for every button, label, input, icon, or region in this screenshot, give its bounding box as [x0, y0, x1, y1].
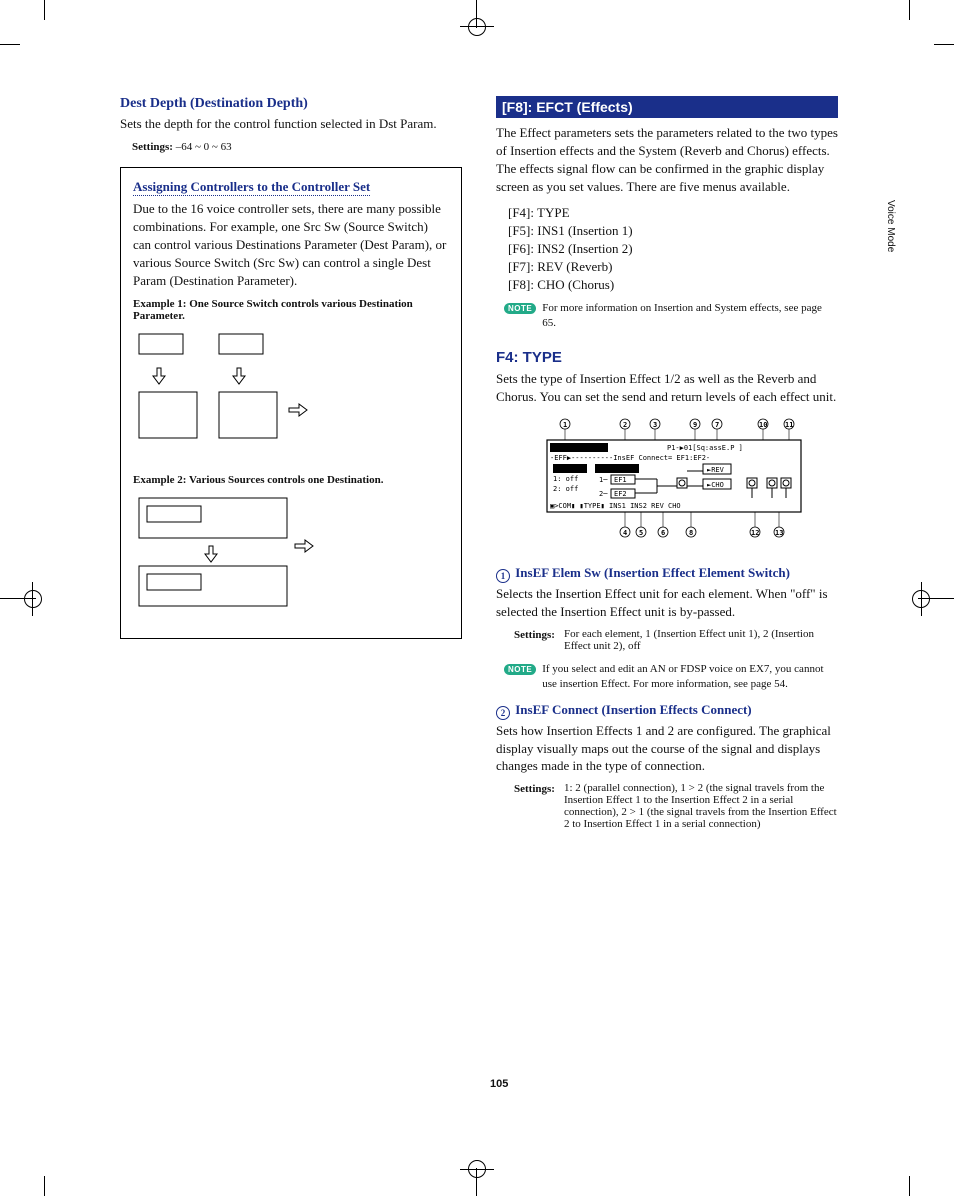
settings-value: For each element, 1 (Insertion Effect un…	[564, 628, 838, 652]
settings-insef-elem-sw: Settings: For each element, 1 (Insertion…	[514, 629, 838, 652]
crop-mark	[921, 582, 922, 616]
note-ex7: NOTE If you select and edit an AN or FDS…	[504, 662, 838, 692]
crop-mark	[460, 26, 494, 27]
crop-mark	[0, 44, 20, 45]
menu-item-f8: [F8]: CHO (Chorus)	[508, 276, 838, 294]
svg-text:EF2: EF2	[614, 490, 627, 498]
body-f4-type: Sets the type of Insertion Effect 1/2 as…	[496, 370, 838, 406]
crop-mark	[24, 590, 42, 608]
svg-text:8: 8	[689, 529, 693, 537]
body-insef-elem-sw: Selects the Insertion Effect unit for ea…	[496, 585, 838, 621]
param-title: InsEF Connect (Insertion Effects Connect…	[515, 702, 751, 717]
heading-insef-elem-sw: 1 InsEF Elem Sw (Insertion Effect Elemen…	[496, 565, 838, 583]
svg-text:P1-▶01[Sq:assE.P ]: P1-▶01[Sq:assE.P ]	[667, 444, 743, 452]
lcd-screen-figure: 1 2 3 9 7 10 11 VOICE E	[517, 416, 817, 551]
svg-text:1: 1	[563, 421, 567, 429]
svg-text:2─: 2─	[599, 490, 608, 498]
crop-mark	[44, 1176, 45, 1196]
crop-mark	[460, 1169, 494, 1170]
heading-f8-efct: [F8]: EFCT (Effects)	[496, 96, 838, 118]
heading-f4-type: F4: TYPE	[496, 349, 838, 366]
right-column: [F8]: EFCT (Effects) The Effect paramete…	[496, 96, 838, 830]
param-title: InsEF Elem Sw (Insertion Effect Element …	[515, 565, 790, 580]
note-badge-icon: NOTE	[504, 664, 536, 675]
settings-label: Settings:	[514, 783, 555, 795]
svg-text:InsEF: InsEF	[555, 465, 576, 473]
page-number: 105	[490, 1078, 508, 1090]
svg-text:12: 12	[751, 529, 759, 537]
settings-value: 1: 2 (parallel connection), 1 > 2 (the s…	[564, 782, 838, 830]
diagram-example-1	[133, 328, 333, 458]
svg-text:►CHO: ►CHO	[707, 481, 724, 489]
example-1-title: Example 1: One Source Switch controls va…	[133, 298, 449, 322]
svg-text:VOICE EDIT: VOICE EDIT	[553, 444, 596, 452]
svg-text:9: 9	[693, 421, 697, 429]
settings-label: Settings:	[132, 141, 173, 153]
svg-text:1─: 1─	[599, 476, 608, 484]
svg-text:1: off: 1: off	[553, 475, 578, 483]
svg-text:4: 4	[623, 529, 627, 537]
crop-mark	[32, 582, 33, 616]
callout-1-icon: 1	[496, 569, 510, 583]
svg-text:5: 5	[639, 529, 643, 537]
crop-mark	[909, 1176, 910, 1196]
body-assigning-controllers: Due to the 16 voice controller sets, the…	[133, 200, 449, 290]
menu-item-f7: [F7]: REV (Reverb)	[508, 258, 838, 276]
menu-list: [F4]: TYPE [F5]: INS1 (Insertion 1) [F6]…	[508, 204, 838, 294]
info-box-assigning-controllers: Assigning Controllers to the Controller …	[120, 167, 462, 639]
crop-mark	[44, 0, 45, 20]
svg-text:►REV: ►REV	[707, 466, 725, 474]
body-f8-efct: The Effect parameters sets the parameter…	[496, 124, 838, 196]
settings-label: Settings:	[514, 629, 555, 641]
menu-item-f6: [F6]: INS2 (Insertion 2)	[508, 240, 838, 258]
example-2-title: Example 2: Various Sources controls one …	[133, 474, 449, 486]
svg-text:13: 13	[775, 529, 783, 537]
side-tab-voice-mode: Voice Mode	[885, 200, 896, 252]
heading-dest-depth: Dest Depth (Destination Depth)	[120, 96, 462, 112]
left-column: Dest Depth (Destination Depth) Sets the …	[120, 96, 462, 830]
note-insertion-system: NOTE For more information on Insertion a…	[504, 301, 838, 331]
crop-mark	[468, 18, 486, 36]
body-insef-connect: Sets how Insertion Effects 1 and 2 are c…	[496, 722, 838, 776]
crop-mark	[934, 44, 954, 45]
svg-text:-EFF▶----------InsEF Connect=: -EFF▶----------InsEF Connect= EF1:EF2-	[550, 454, 710, 462]
settings-dest-depth: Settings: –64 ~ 0 ~ 63	[132, 141, 462, 153]
page-content: Dest Depth (Destination Depth) Sets the …	[120, 96, 840, 830]
settings-value: –64 ~ 0 ~ 63	[176, 141, 232, 153]
svg-text:EF1: EF1	[614, 476, 627, 484]
svg-text:7: 7	[715, 421, 719, 429]
diagram-example-2	[133, 492, 333, 622]
svg-text:▣>COM▮ ▮TYPE▮ INS1 IN: ▣>COM▮ ▮TYPE▮ INS1 INS2 REV CHO	[550, 502, 681, 510]
svg-text:11: 11	[785, 421, 793, 429]
callout-2-icon: 2	[496, 706, 510, 720]
svg-text:2: off: 2: off	[553, 485, 578, 493]
heading-insef-connect: 2 InsEF Connect (Insertion Effects Conne…	[496, 702, 838, 720]
menu-item-f5: [F5]: INS1 (Insertion 1)	[508, 222, 838, 240]
svg-text:10: 10	[759, 421, 767, 429]
crop-mark	[909, 0, 910, 20]
svg-text:EF1:EF2: EF1:EF2	[597, 465, 627, 473]
svg-text:2: 2	[623, 421, 627, 429]
note-badge-icon: NOTE	[504, 303, 536, 314]
note-text: For more information on Insertion and Sy…	[542, 301, 838, 331]
svg-text:6: 6	[661, 529, 665, 537]
note-text: If you select and edit an AN or FDSP voi…	[542, 662, 838, 692]
body-dest-depth: Sets the depth for the control function …	[120, 115, 462, 133]
settings-insef-connect: Settings: 1: 2 (parallel connection), 1 …	[514, 783, 838, 830]
heading-assigning-controllers: Assigning Controllers to the Controller …	[133, 179, 370, 196]
menu-item-f4: [F4]: TYPE	[508, 204, 838, 222]
svg-text:3: 3	[653, 421, 657, 429]
